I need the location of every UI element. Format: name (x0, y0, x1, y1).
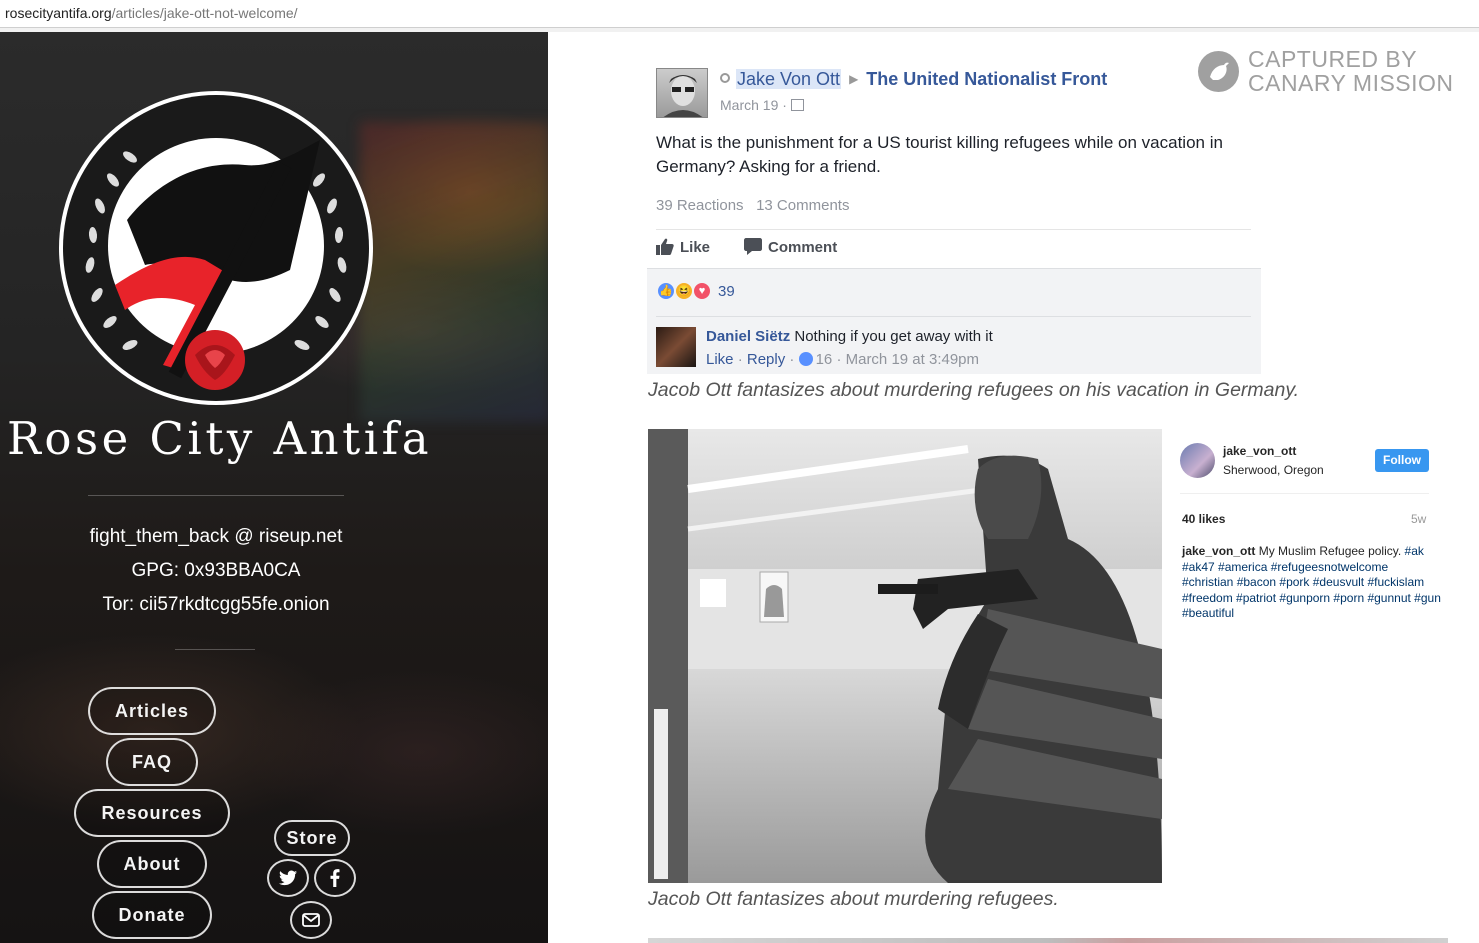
comment-like-link[interactable]: Like (706, 351, 734, 368)
post-date-text: March 19 · (720, 97, 787, 113)
watermark-line2: CANARY MISSION (1248, 70, 1454, 96)
facebook-icon (330, 869, 340, 887)
divider (88, 495, 344, 496)
comment-time: · March 19 at 3:49pm (836, 351, 980, 368)
instagram-timestamp: 5w (1411, 512, 1427, 526)
instagram-caption: jake_von_ott My Muslim Refugee policy. #… (1182, 544, 1442, 622)
comment-likes: 16 (815, 351, 833, 368)
instagram-avatar[interactable] (1180, 443, 1215, 478)
nav-faq-button[interactable]: FAQ (106, 738, 198, 786)
nav-store-button[interactable]: Store (274, 820, 350, 856)
post-actions: Like Comment (656, 238, 837, 259)
tor-address[interactable]: Tor: cii57rkdtcgg55fe.onion (40, 594, 392, 616)
facebook-button[interactable] (314, 859, 356, 897)
comment-label: Comment (768, 239, 838, 256)
post-date: March 19 · (720, 97, 804, 113)
envelope-icon (302, 913, 320, 927)
email-button[interactable] (290, 901, 332, 939)
caption-text: My Muslim Refugee policy. (1258, 544, 1402, 558)
globe-icon (720, 73, 730, 83)
url-host: rosecityantifa.org (5, 5, 112, 21)
contact-email[interactable]: fight_them_back @ riseup.net (40, 526, 392, 548)
like-label: Like (680, 239, 711, 256)
commenter-avatar (656, 327, 696, 367)
divider (656, 229, 1251, 230)
haha-reaction-icon: 😆 (674, 281, 694, 301)
caption-username[interactable]: jake_von_ott (1182, 544, 1255, 558)
twitter-button[interactable] (267, 859, 309, 897)
instagram-username[interactable]: jake_von_ott (1223, 444, 1296, 458)
instagram-panel (1170, 429, 1450, 883)
comment: Daniel Siëtz Nothing if you get away wit… (706, 328, 993, 345)
address-bar[interactable]: rosecityantifa.org/articles/jake-ott-not… (0, 0, 1479, 28)
divider (175, 649, 255, 650)
reaction-total: 39 (718, 282, 735, 300)
follow-button[interactable]: Follow (1375, 449, 1429, 472)
post-text: What is the punishment for a US tourist … (656, 133, 1223, 176)
comment-button[interactable]: Comment (744, 238, 837, 259)
caption-first: Jacob Ott fantasizes about murdering ref… (648, 379, 1300, 401)
instagram-photo (648, 429, 1162, 883)
caption-second: Jacob Ott fantasizes about murdering ref… (648, 888, 1059, 910)
post-header: Jake Von Ott ▶ The United Nationalist Fron… (720, 69, 1107, 90)
reaction-summary[interactable]: 👍 😆 ♥ 39 (656, 281, 735, 301)
nav-articles-button[interactable]: Articles (88, 687, 216, 735)
author-avatar (656, 68, 708, 118)
like-button[interactable]: Like (656, 238, 710, 259)
instagram-location[interactable]: Sherwood, Oregon (1223, 463, 1324, 477)
nav-resources-button[interactable]: Resources (74, 789, 230, 837)
like-reaction-icon (798, 352, 813, 366)
background-flag (360, 122, 548, 422)
divider (1180, 493, 1429, 494)
commenter-name[interactable]: Daniel Siëtz (706, 328, 790, 345)
thumbs-up-icon (656, 238, 674, 259)
site-title: Rose City Antifa (7, 412, 433, 465)
antifa-logo (59, 91, 373, 405)
like-reaction-icon: 👍 (656, 281, 676, 301)
post-counts: 39 Reactions 13 Comments (656, 197, 849, 214)
reactions-count[interactable]: 39 Reactions (656, 197, 744, 214)
divider (656, 316, 1251, 317)
gpg-key: GPG: 0x93BBA0CA (131, 560, 301, 581)
author-link[interactable]: Jake Von Ott (736, 69, 842, 89)
instagram-likes[interactable]: 40 likes (1182, 512, 1225, 526)
comment-reply-link[interactable]: Reply (747, 351, 785, 368)
speech-bubble-icon (744, 238, 763, 259)
url-path: /articles/jake-ott-not-welcome/ (111, 5, 298, 21)
nav-about-button[interactable]: About (97, 840, 207, 888)
next-image-edge (648, 938, 1448, 943)
twitter-icon (279, 870, 297, 886)
watermark-line1: CAPTURED BY (1248, 46, 1418, 72)
triangle-right-icon: ▶ (849, 72, 859, 86)
group-link[interactable]: The United Nationalist Front (866, 69, 1107, 89)
sidebar: Rose City Antifa fight_them_back @ riseu… (0, 32, 548, 943)
love-reaction-icon: ♥ (692, 281, 712, 301)
comment-meta: Like · Reply · 16 · March 19 at 3:49pm (706, 351, 980, 368)
comment-text: Nothing if you get away with it (794, 328, 993, 345)
comments-count[interactable]: 13 Comments (756, 197, 849, 214)
nav-donate-button[interactable]: Donate (92, 891, 212, 939)
audience-icon (790, 99, 804, 111)
